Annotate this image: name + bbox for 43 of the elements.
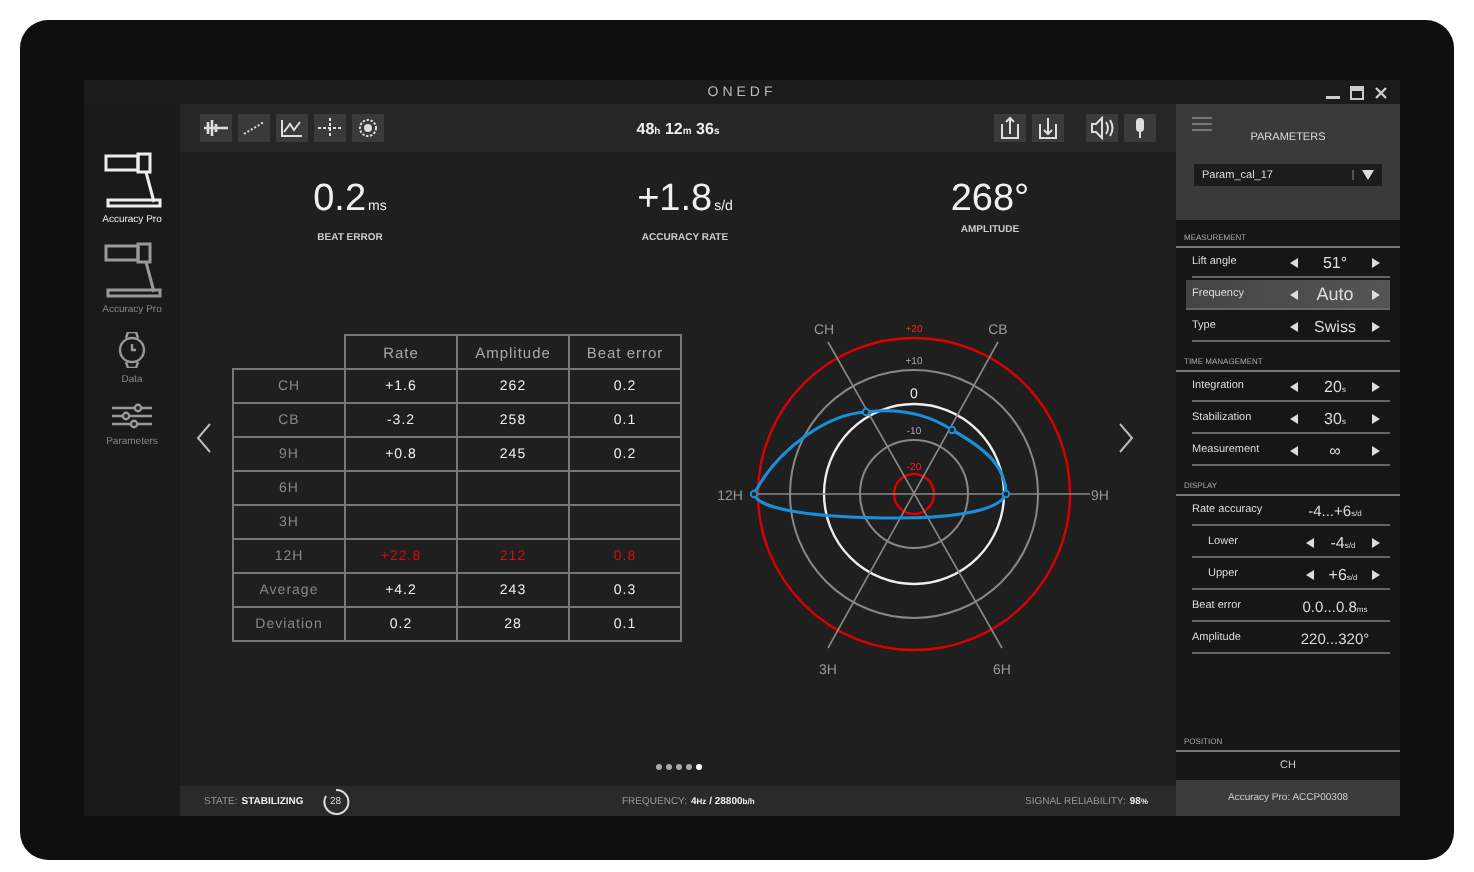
dropdown-caret-icon — [1352, 170, 1374, 180]
speaker-icon[interactable] — [1085, 114, 1118, 142]
decrease-arrow-icon[interactable] — [1290, 321, 1298, 331]
waveform-tool-icon[interactable] — [200, 114, 232, 142]
decrease-arrow-icon[interactable] — [1306, 569, 1314, 579]
decrease-arrow-icon[interactable] — [1290, 289, 1298, 299]
elapsed-time: 48$_{h}$ 12$_{m}$ 36$_{s}$ — [636, 119, 720, 137]
readout-value: 268° — [950, 180, 1030, 220]
line-chart-tool-icon[interactable] — [276, 114, 308, 142]
target-tool-icon[interactable] — [352, 114, 384, 142]
increase-arrow-icon[interactable] — [1372, 537, 1380, 547]
increase-arrow-icon[interactable] — [1372, 445, 1380, 455]
page-dot[interactable] — [665, 764, 671, 770]
increase-arrow-icon[interactable] — [1372, 413, 1380, 423]
timegrapher-icon — [102, 152, 162, 208]
close-icon[interactable] — [1374, 86, 1388, 100]
decrease-arrow-icon[interactable] — [1290, 257, 1298, 267]
page-dot[interactable] — [695, 764, 701, 770]
upload-icon[interactable] — [993, 114, 1026, 142]
decrease-arrow-icon[interactable] — [1290, 445, 1298, 455]
increase-arrow-icon[interactable] — [1372, 321, 1380, 331]
decrease-arrow-icon[interactable] — [1290, 413, 1298, 423]
scatter-tool-icon[interactable] — [238, 114, 270, 142]
decrease-arrow-icon[interactable] — [1306, 537, 1314, 547]
chevron-right-icon[interactable] — [1118, 422, 1134, 454]
increase-arrow-icon[interactable] — [1372, 381, 1380, 391]
page-dot[interactable] — [675, 764, 681, 770]
increase-arrow-icon[interactable] — [1372, 289, 1380, 299]
page-dot[interactable] — [655, 764, 661, 770]
page-dot[interactable] — [685, 764, 691, 770]
crosshair-tool-icon[interactable] — [314, 114, 346, 142]
microphone-icon[interactable] — [1123, 114, 1156, 142]
increase-arrow-icon[interactable] — [1372, 257, 1380, 267]
watch-icon — [116, 332, 148, 368]
menu-icon[interactable] — [1192, 116, 1212, 132]
increase-arrow-icon[interactable] — [1372, 569, 1380, 579]
timegrapher-icon — [102, 242, 162, 298]
chevron-left-icon[interactable] — [196, 422, 212, 454]
countdown-ring-icon — [319, 785, 352, 817]
download-icon[interactable] — [1031, 114, 1064, 142]
maximize-icon[interactable] — [1350, 86, 1364, 100]
sliders-icon — [112, 402, 152, 430]
decrease-arrow-icon[interactable] — [1290, 381, 1298, 391]
